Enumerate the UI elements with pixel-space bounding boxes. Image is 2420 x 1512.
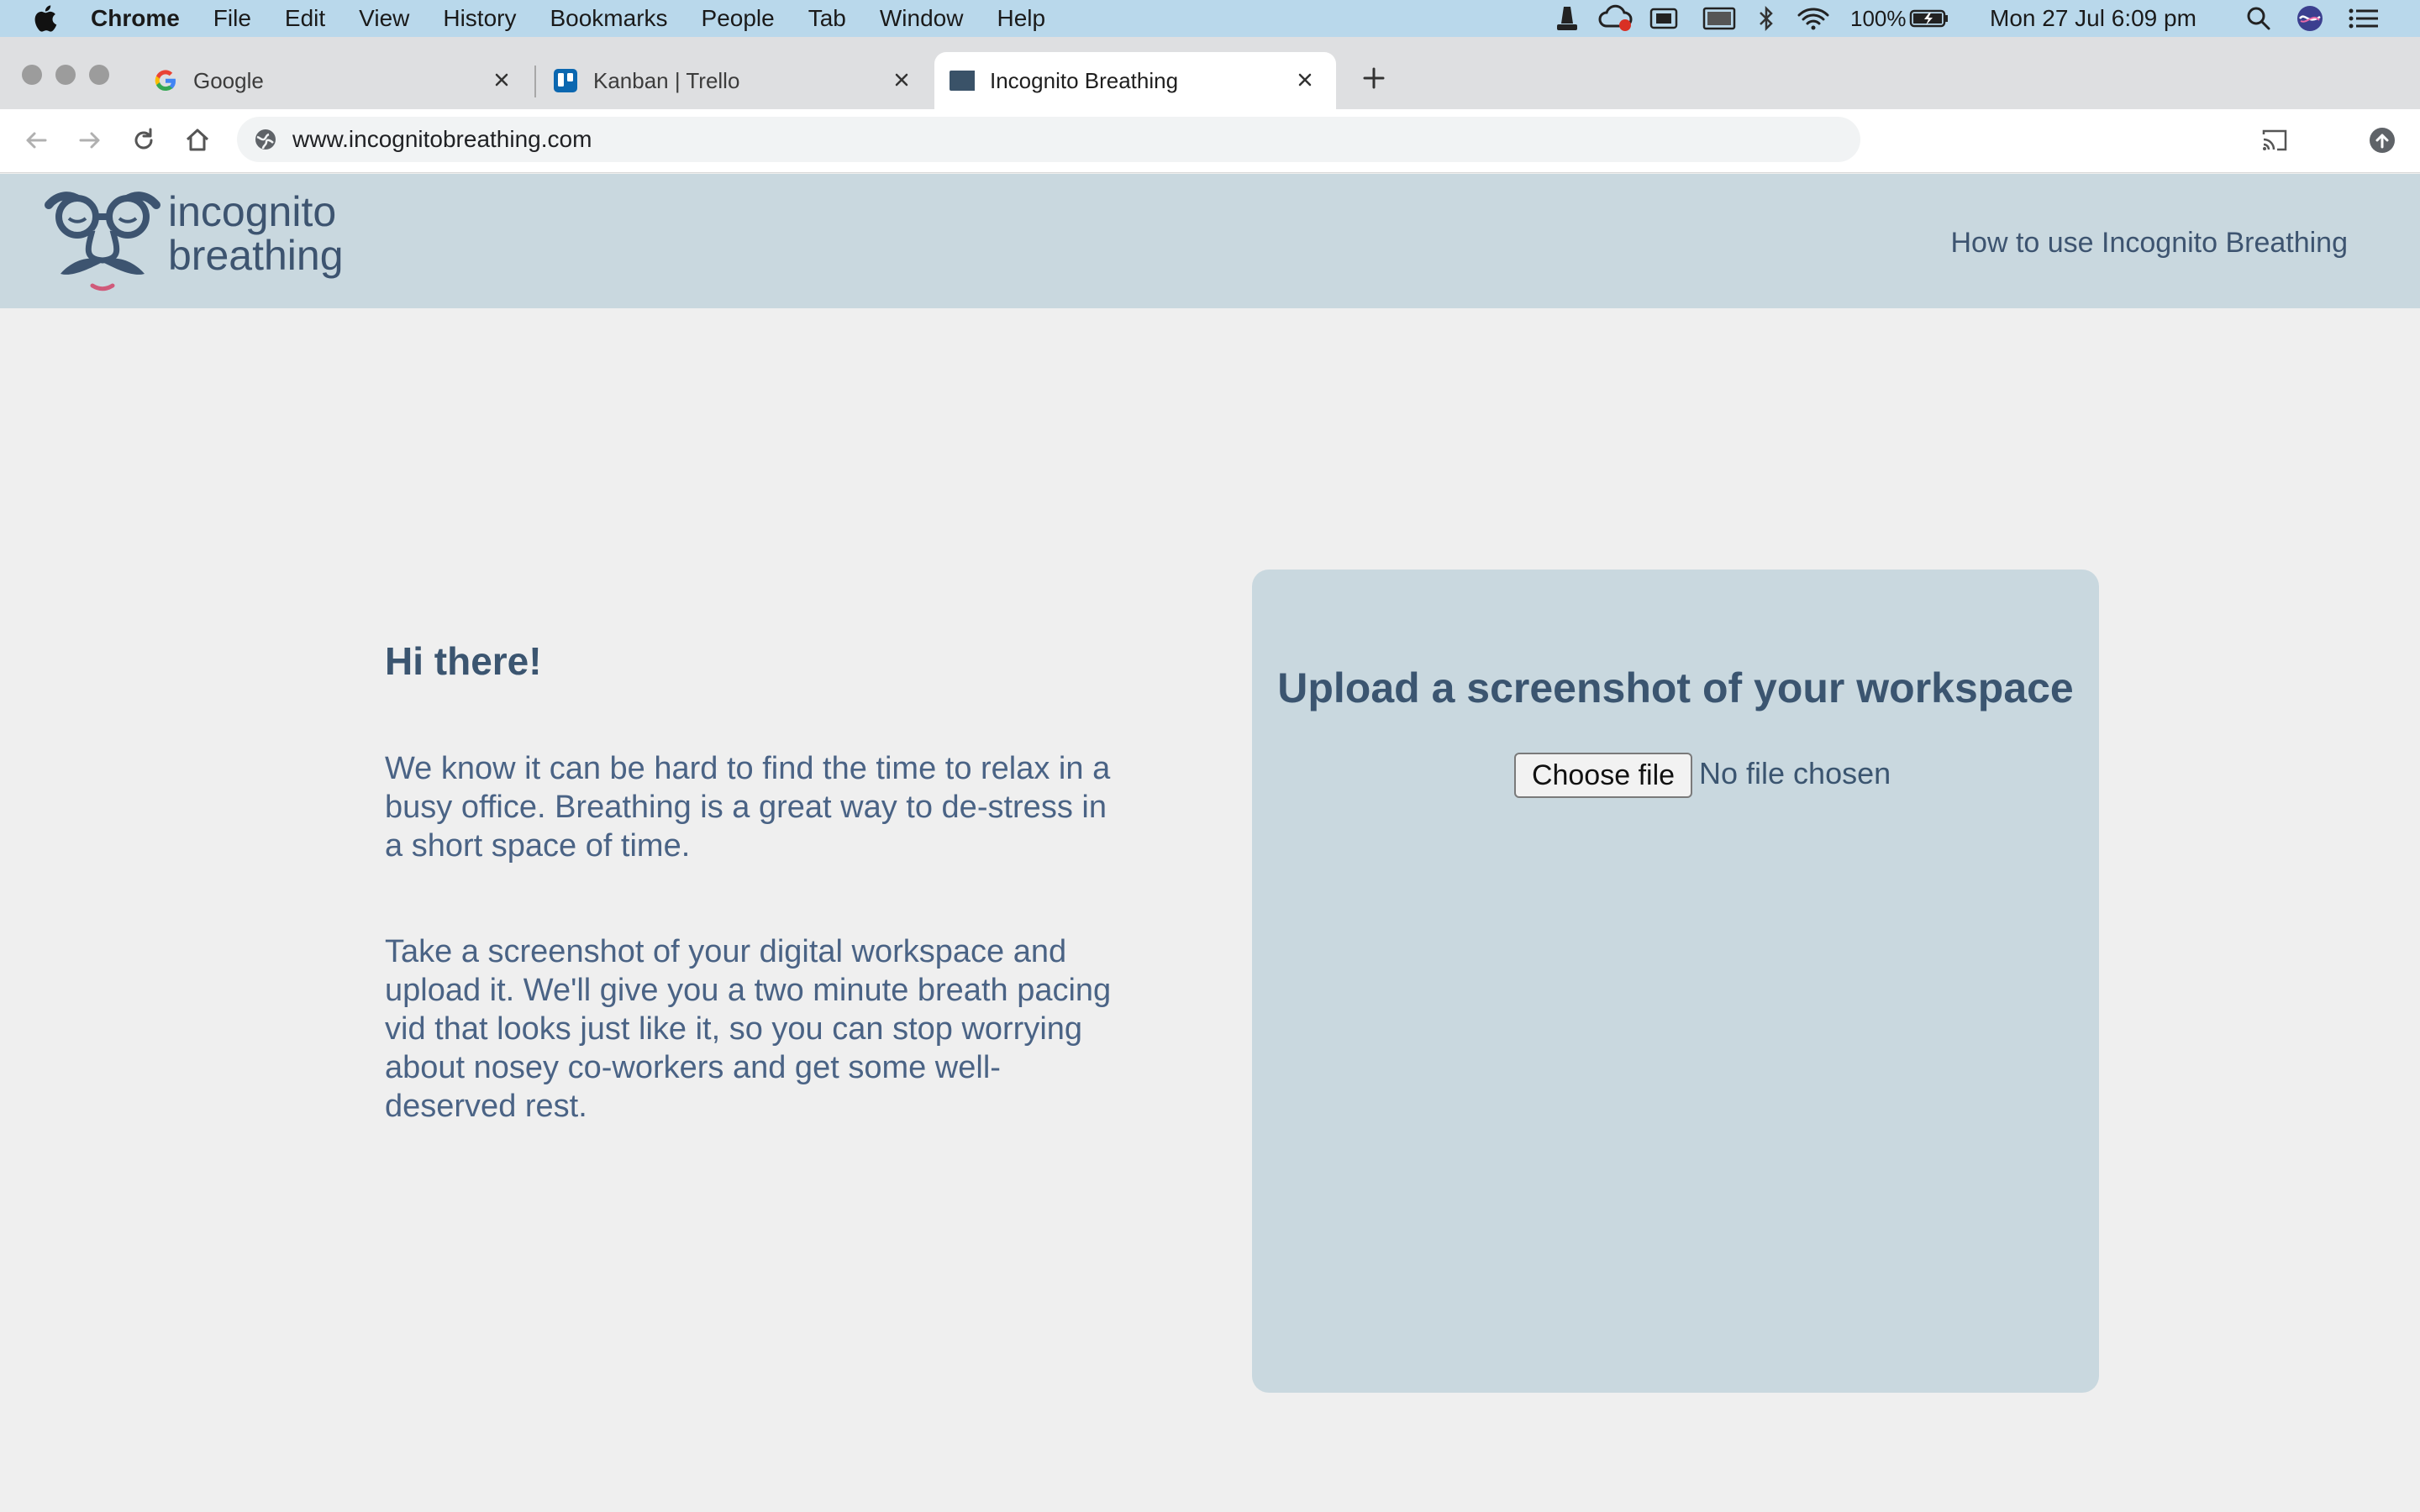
wifi-icon[interactable]	[1797, 0, 1830, 37]
site-icon	[950, 71, 975, 91]
close-icon[interactable]	[1292, 67, 1318, 92]
menu-window[interactable]: Window	[880, 5, 964, 32]
logo-wordmark[interactable]: incognito breathing	[168, 190, 344, 277]
instructions-paragraph: Take a screenshot of your digital worksp…	[385, 934, 1112, 1124]
new-tab-icon[interactable]	[1361, 66, 1386, 91]
clock[interactable]: Mon 27 Jul 6:09 pm	[1990, 0, 2196, 37]
file-status-text: No file chosen	[1699, 756, 1891, 790]
battery-icon[interactable]	[1909, 0, 1949, 37]
trello-icon	[554, 69, 577, 92]
siri-icon[interactable]	[2296, 0, 2324, 37]
screen-icon[interactable]	[1649, 0, 1679, 37]
display-icon[interactable]	[1702, 0, 1736, 37]
update-icon[interactable]	[2368, 126, 2396, 155]
menu-bookmarks[interactable]: Bookmarks	[550, 5, 667, 32]
window-close-button[interactable]	[22, 65, 42, 85]
greeting-heading: Hi there!	[385, 639, 542, 683]
menu-file[interactable]: File	[213, 5, 251, 32]
reload-icon[interactable]	[129, 126, 158, 155]
tab-title: Google	[193, 67, 264, 93]
intro-paragraph: We know it can be hard to find the time …	[385, 751, 1111, 864]
close-icon[interactable]	[889, 67, 914, 92]
menu-chrome[interactable]: Chrome	[91, 5, 180, 32]
menu-history[interactable]: History	[443, 5, 516, 32]
cast-icon[interactable]	[2260, 126, 2289, 155]
logo-line-2: breathing	[168, 232, 344, 279]
forward-arrow-icon[interactable]	[76, 126, 104, 155]
home-icon[interactable]	[183, 126, 212, 155]
tab-title: Incognito Breathing	[990, 67, 1179, 93]
google-icon	[155, 70, 176, 92]
notification-center-icon[interactable]	[2348, 0, 2380, 37]
menu-people[interactable]: People	[702, 5, 775, 32]
status-area: 100% Mon 27 Jul 6:09 pm	[1529, 0, 2420, 37]
back-arrow-icon[interactable]	[22, 126, 50, 155]
spotlight-search-icon[interactable]	[2245, 0, 2272, 37]
tab-incognito-breathing[interactable]: Incognito Breathing	[934, 52, 1336, 109]
tab-title: Kanban | Trello	[593, 67, 740, 93]
close-icon[interactable]	[489, 67, 514, 92]
choose-file-button[interactable]: Choose file	[1514, 753, 1692, 798]
apple-icon[interactable]	[34, 4, 59, 33]
url-text[interactable]: www.incognitobreathing.com	[292, 123, 592, 156]
upload-heading: Upload a screenshot of your workspace	[1277, 664, 2074, 711]
tab-google[interactable]: Google	[138, 52, 533, 109]
window-zoom-button[interactable]	[89, 65, 109, 85]
macos-menubar: Chrome File Edit View History Bookmarks …	[0, 0, 2420, 37]
logo-line-1: incognito	[168, 188, 337, 235]
vlc-icon[interactable]	[1555, 0, 1580, 37]
tab-trello[interactable]: Kanban | Trello	[538, 52, 933, 109]
menu-tab[interactable]: Tab	[808, 5, 846, 32]
globe-icon[interactable]	[251, 125, 280, 154]
bluetooth-icon[interactable]	[1756, 0, 1776, 37]
battery-percent: 100%	[1850, 5, 1907, 31]
disguise-logo-icon[interactable]	[44, 186, 161, 296]
app-menu: Chrome File Edit View History Bookmarks …	[91, 0, 1079, 37]
creative-cloud-icon[interactable]	[1598, 0, 1634, 37]
tab-separator	[534, 66, 536, 97]
menu-view[interactable]: View	[359, 5, 409, 32]
window-minimize-button[interactable]	[55, 65, 76, 85]
menu-edit[interactable]: Edit	[285, 5, 325, 32]
menu-help[interactable]: Help	[997, 5, 1045, 32]
how-to-use-link[interactable]: How to use Incognito Breathing	[1950, 227, 2348, 260]
